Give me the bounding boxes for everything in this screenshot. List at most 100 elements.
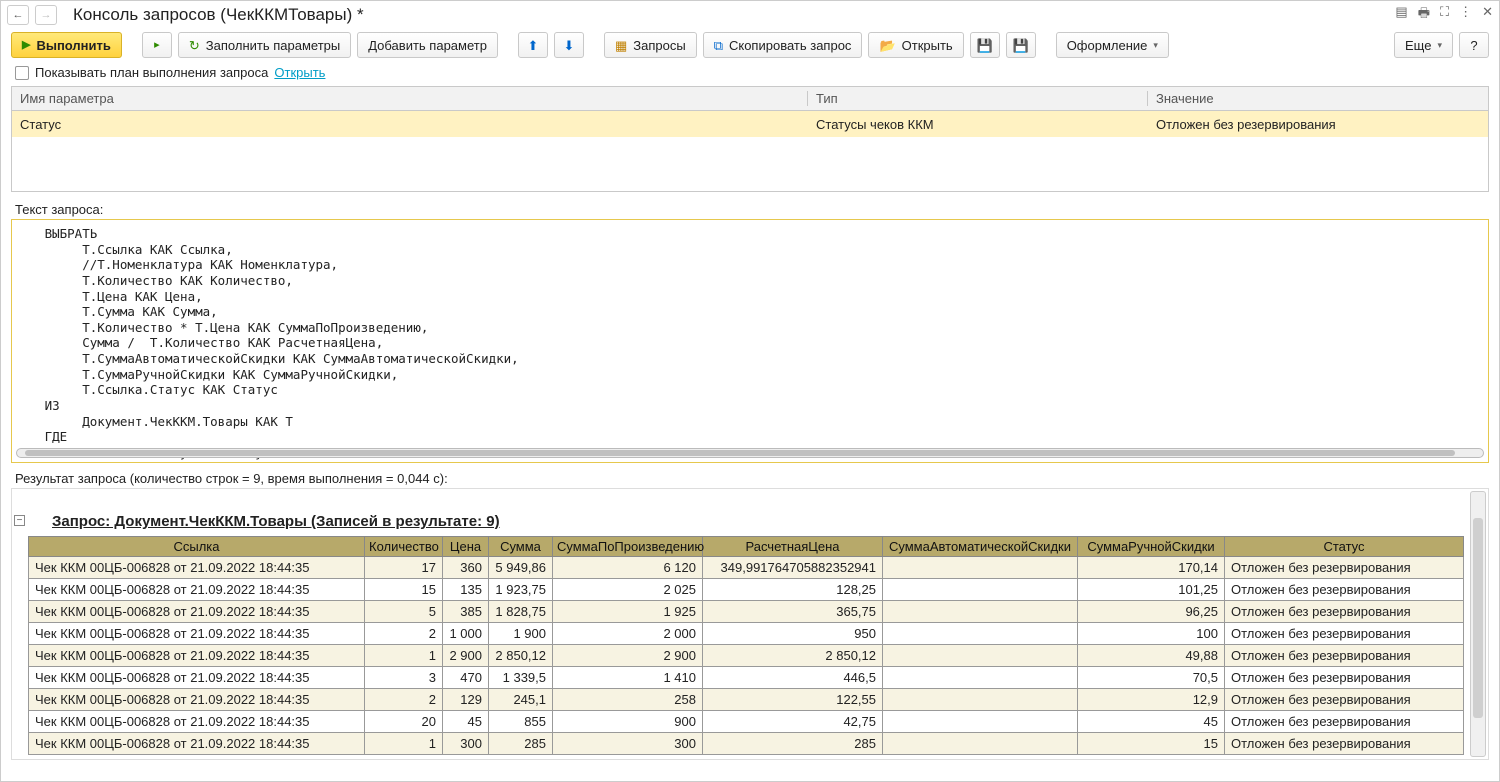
col-man[interactable]: СуммаРучнойСкидки <box>1078 537 1225 557</box>
cell-prod: 900 <box>553 711 703 733</box>
col-status[interactable]: Статус <box>1225 537 1464 557</box>
queries-label: Запросы <box>633 38 685 53</box>
cell-price: 470 <box>443 667 489 689</box>
move-down-button[interactable]: ⬇ <box>554 32 584 58</box>
save-button[interactable]: 💾 <box>970 32 1000 58</box>
cell-price: 300 <box>443 733 489 755</box>
cell-link: Чек ККМ 00ЦБ-006828 от 21.09.2022 18:44:… <box>29 557 365 579</box>
col-link[interactable]: Ссылка <box>29 537 365 557</box>
execute-step-button[interactable]: ▸ <box>142 32 172 58</box>
cell-price: 360 <box>443 557 489 579</box>
param-row[interactable]: Статус Статусы чеков ККМ Отложен без рез… <box>12 111 1488 137</box>
cell-status: Отложен без резервирования <box>1225 601 1464 623</box>
fill-params-button[interactable]: ↻ Заполнить параметры <box>178 32 351 58</box>
cell-link: Чек ККМ 00ЦБ-006828 от 21.09.2022 18:44:… <box>29 733 365 755</box>
query-editor[interactable]: ВЫБРАТЬ Т.Ссылка КАК Ссылка, //Т.Номенкл… <box>11 219 1489 463</box>
cell-calc: 446,5 <box>703 667 883 689</box>
table-row[interactable]: Чек ККМ 00ЦБ-006828 от 21.09.2022 18:44:… <box>29 623 1464 645</box>
param-header-type: Тип <box>808 91 1148 106</box>
cell-prod: 1 410 <box>553 667 703 689</box>
cell-link: Чек ККМ 00ЦБ-006828 от 21.09.2022 18:44:… <box>29 601 365 623</box>
param-header-name: Имя параметра <box>12 91 808 106</box>
cell-status: Отложен без резервирования <box>1225 667 1464 689</box>
cell-qty: 2 <box>365 623 443 645</box>
result-label: Результат запроса (количество строк = 9,… <box>1 463 1499 488</box>
cell-status: Отложен без резервирования <box>1225 557 1464 579</box>
design-button[interactable]: Оформление ▾ <box>1056 32 1169 58</box>
col-auto[interactable]: СуммаАвтоматическойСкидки <box>883 537 1078 557</box>
show-plan-checkbox[interactable] <box>15 66 29 80</box>
col-qty[interactable]: Количество <box>365 537 443 557</box>
cell-calc: 2 850,12 <box>703 645 883 667</box>
design-label: Оформление <box>1067 38 1148 53</box>
cell-man: 96,25 <box>1078 601 1225 623</box>
play-icon: ▶ <box>22 40 30 51</box>
col-prod[interactable]: СуммаПоПроизведению <box>553 537 703 557</box>
param-row-value: Отложен без резервирования <box>1148 117 1488 132</box>
col-price[interactable]: Цена <box>443 537 489 557</box>
table-row[interactable]: Чек ККМ 00ЦБ-006828 от 21.09.2022 18:44:… <box>29 579 1464 601</box>
cell-link: Чек ККМ 00ЦБ-006828 от 21.09.2022 18:44:… <box>29 579 365 601</box>
print-icon[interactable]: 🖶 <box>1418 4 1430 26</box>
table-row[interactable]: Чек ККМ 00ЦБ-006828 от 21.09.2022 18:44:… <box>29 557 1464 579</box>
cell-sum: 1 828,75 <box>489 601 553 623</box>
copy-query-label: Скопировать запрос <box>729 38 851 53</box>
cell-calc: 365,75 <box>703 601 883 623</box>
cell-status: Отложен без резервирования <box>1225 623 1464 645</box>
cell-price: 2 900 <box>443 645 489 667</box>
cell-calc: 128,25 <box>703 579 883 601</box>
back-button[interactable]: ← <box>7 5 29 25</box>
arrow-up-icon: ⬆ <box>528 39 539 52</box>
run-button[interactable]: ▶ Выполнить <box>11 32 122 58</box>
cell-auto <box>883 689 1078 711</box>
more-label: Еще <box>1405 38 1431 53</box>
cell-calc: 950 <box>703 623 883 645</box>
arrow-down-icon: ⬇ <box>564 39 575 52</box>
table-row[interactable]: Чек ККМ 00ЦБ-006828 от 21.09.2022 18:44:… <box>29 645 1464 667</box>
cell-man: 15 <box>1078 733 1225 755</box>
more-menu-icon[interactable]: ⋮ <box>1459 4 1472 26</box>
maximize-icon[interactable]: ⛶ <box>1440 4 1449 26</box>
table-row[interactable]: Чек ККМ 00ЦБ-006828 от 21.09.2022 18:44:… <box>29 667 1464 689</box>
cell-auto <box>883 733 1078 755</box>
params-header: Имя параметра Тип Значение <box>12 87 1488 111</box>
close-icon[interactable]: ✕ <box>1482 4 1493 26</box>
move-up-button[interactable]: ⬆ <box>518 32 548 58</box>
report-icon[interactable]: ▤ <box>1395 4 1407 26</box>
cell-qty: 3 <box>365 667 443 689</box>
cell-prod: 6 120 <box>553 557 703 579</box>
table-row[interactable]: Чек ККМ 00ЦБ-006828 от 21.09.2022 18:44:… <box>29 689 1464 711</box>
cell-sum: 1 339,5 <box>489 667 553 689</box>
cell-auto <box>883 557 1078 579</box>
col-calc[interactable]: РасчетнаяЦена <box>703 537 883 557</box>
more-button[interactable]: Еще ▾ <box>1394 32 1453 58</box>
add-param-button[interactable]: Добавить параметр <box>357 32 498 58</box>
query-horizontal-scrollbar[interactable] <box>16 448 1484 458</box>
params-blank <box>12 137 1488 191</box>
cell-qty: 1 <box>365 645 443 667</box>
save-icon: 💾 <box>977 39 993 52</box>
result-vertical-scrollbar[interactable] <box>1470 491 1486 757</box>
help-button[interactable]: ? <box>1459 32 1489 58</box>
cell-sum: 245,1 <box>489 689 553 711</box>
open-plan-link[interactable]: Открыть <box>274 65 325 80</box>
cell-link: Чек ККМ 00ЦБ-006828 от 21.09.2022 18:44:… <box>29 667 365 689</box>
queries-button[interactable]: ▦ Запросы <box>604 32 697 58</box>
cell-link: Чек ККМ 00ЦБ-006828 от 21.09.2022 18:44:… <box>29 711 365 733</box>
col-sum[interactable]: Сумма <box>489 537 553 557</box>
cell-prod: 1 925 <box>553 601 703 623</box>
result-collapse-toggle[interactable]: − <box>14 515 25 526</box>
cell-man: 12,9 <box>1078 689 1225 711</box>
save-as-button[interactable]: 💾 <box>1006 32 1036 58</box>
table-row[interactable]: Чек ККМ 00ЦБ-006828 от 21.09.2022 18:44:… <box>29 733 1464 755</box>
table-row[interactable]: Чек ККМ 00ЦБ-006828 от 21.09.2022 18:44:… <box>29 601 1464 623</box>
copy-query-button[interactable]: ⧉ Скопировать запрос <box>703 32 863 58</box>
cell-status: Отложен без резервирования <box>1225 733 1464 755</box>
open-file-button[interactable]: 📂 Открыть <box>868 32 963 58</box>
cell-price: 135 <box>443 579 489 601</box>
cell-qty: 5 <box>365 601 443 623</box>
forward-button[interactable]: → <box>35 5 57 25</box>
add-param-label: Добавить параметр <box>368 38 487 53</box>
table-row[interactable]: Чек ККМ 00ЦБ-006828 от 21.09.2022 18:44:… <box>29 711 1464 733</box>
run-label: Выполнить <box>36 38 110 53</box>
